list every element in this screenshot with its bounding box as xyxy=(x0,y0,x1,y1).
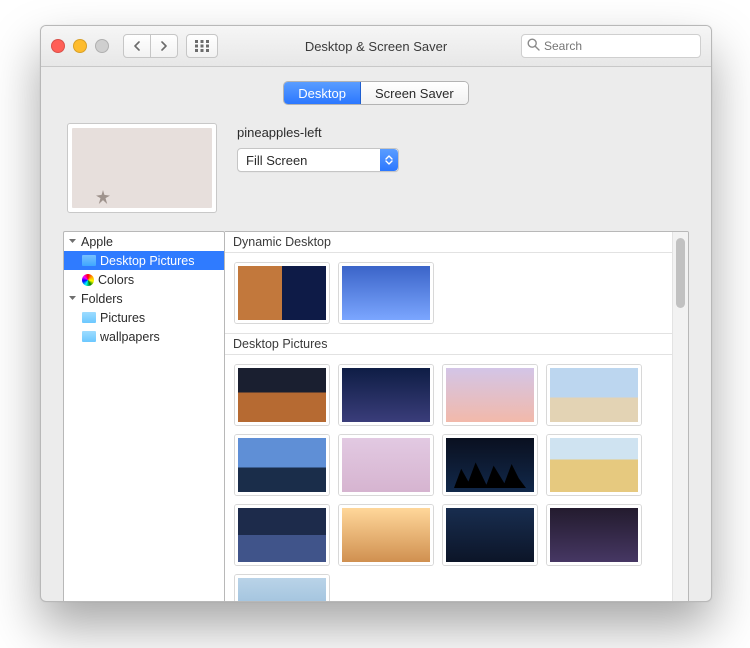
folder-icon xyxy=(82,312,96,323)
wallpaper-thumb[interactable] xyxy=(443,505,537,565)
section-header-dynamic: Dynamic Desktop xyxy=(225,232,672,253)
tab-bar: Desktop Screen Saver xyxy=(63,81,689,105)
scrollbar[interactable] xyxy=(672,232,688,602)
split-view: Apple Desktop Pictures Colors xyxy=(63,231,689,602)
wallpaper-thumb[interactable] xyxy=(339,505,433,565)
wallpaper-thumb[interactable] xyxy=(339,435,433,495)
current-image-preview xyxy=(67,123,217,213)
popup-arrows-icon xyxy=(380,149,398,171)
current-image-row: pineapples-left Fill Screen xyxy=(63,123,689,213)
fit-mode-value: Fill Screen xyxy=(238,153,315,168)
wallpaper-thumb[interactable] xyxy=(443,435,537,495)
scrollbar-thumb[interactable] xyxy=(676,238,685,308)
tree-group-label: Apple xyxy=(81,235,113,249)
wallpaper-thumb[interactable] xyxy=(235,263,329,323)
source-sidebar: Apple Desktop Pictures Colors xyxy=(63,231,225,602)
tree-item-desktop-pictures[interactable]: Desktop Pictures xyxy=(64,251,224,270)
tree-item-label: Pictures xyxy=(100,311,145,325)
minimize-window-button[interactable] xyxy=(73,39,87,53)
preferences-window: Desktop & Screen Saver Desktop Screen Sa… xyxy=(40,25,712,602)
dynamic-thumbs xyxy=(225,253,672,333)
tree-item-label: Desktop Pictures xyxy=(100,254,194,268)
chevron-right-icon xyxy=(160,41,168,51)
tree-item-label: Colors xyxy=(98,273,134,287)
tree-item-wallpapers[interactable]: wallpapers xyxy=(64,327,224,346)
fit-mode-popup[interactable]: Fill Screen xyxy=(237,148,399,172)
wallpaper-content: Dynamic Desktop Desktop Pictures xyxy=(225,231,689,602)
current-image-name: pineapples-left xyxy=(237,125,685,140)
zoom-window-button[interactable] xyxy=(95,39,109,53)
tree-group-apple[interactable]: Apple xyxy=(64,232,224,251)
back-button[interactable] xyxy=(123,34,151,58)
titlebar: Desktop & Screen Saver xyxy=(41,26,711,67)
tab-desktop[interactable]: Desktop xyxy=(284,82,361,104)
wallpaper-thumb[interactable] xyxy=(235,575,329,602)
forward-button[interactable] xyxy=(151,34,178,58)
search-input[interactable] xyxy=(521,34,701,58)
wallpaper-thumb[interactable] xyxy=(339,365,433,425)
tree-group-folders[interactable]: Folders xyxy=(64,289,224,308)
current-image-controls: pineapples-left Fill Screen xyxy=(237,123,685,172)
nav-buttons xyxy=(123,34,178,58)
pane-body: Desktop Screen Saver pineapples-left Fil… xyxy=(41,67,711,602)
picture-thumbs xyxy=(225,355,672,602)
tree-item-colors[interactable]: Colors xyxy=(64,270,224,289)
folder-icon xyxy=(82,331,96,342)
tree-group-label: Folders xyxy=(81,292,123,306)
close-window-button[interactable] xyxy=(51,39,65,53)
wallpaper-thumb[interactable] xyxy=(547,505,641,565)
disclosure-triangle-icon xyxy=(68,237,77,246)
wallpaper-thumb-current xyxy=(72,128,212,208)
disclosure-triangle-icon xyxy=(68,294,77,303)
source-tree: Apple Desktop Pictures Colors xyxy=(64,232,224,602)
wallpaper-thumb[interactable] xyxy=(235,365,329,425)
tree-item-pictures[interactable]: Pictures xyxy=(64,308,224,327)
wallpaper-thumb[interactable] xyxy=(235,435,329,495)
show-all-button[interactable] xyxy=(186,34,218,58)
chevron-left-icon xyxy=(133,41,141,51)
wallpaper-thumb[interactable] xyxy=(339,263,433,323)
wallpaper-thumb[interactable] xyxy=(443,365,537,425)
wallpaper-thumb[interactable] xyxy=(235,505,329,565)
folder-icon xyxy=(82,255,96,266)
section-header-pictures: Desktop Pictures xyxy=(225,333,672,355)
wallpaper-thumb[interactable] xyxy=(547,365,641,425)
grid-icon xyxy=(195,40,209,52)
search-wrap xyxy=(521,34,701,58)
color-wheel-icon xyxy=(82,274,94,286)
wallpaper-thumb[interactable] xyxy=(547,435,641,495)
tab-screen-saver[interactable]: Screen Saver xyxy=(361,82,468,104)
tree-item-label: wallpapers xyxy=(100,330,160,344)
wallpaper-scroll[interactable]: Dynamic Desktop Desktop Pictures xyxy=(225,232,672,602)
window-controls xyxy=(51,39,109,53)
